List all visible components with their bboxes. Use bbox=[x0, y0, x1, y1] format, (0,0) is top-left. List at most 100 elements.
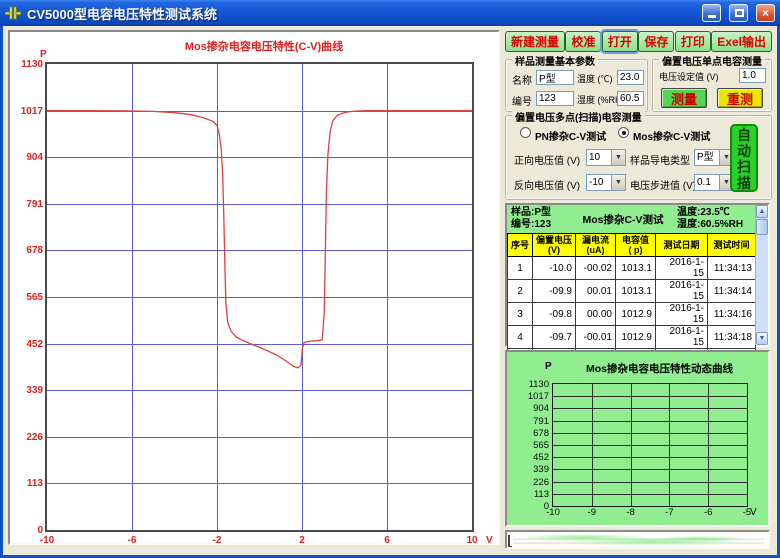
dropdown-arrow-icon: ▼ bbox=[611, 175, 625, 190]
dynamic-curve-chart-panel: P Mos掺杂电容电压特性动态曲线 V -10-9-8-7-6-50113226… bbox=[505, 350, 770, 527]
y-tick-label: 791 bbox=[515, 416, 549, 427]
title-bar[interactable]: CV5000型电容电压特性测试系统 × bbox=[0, 0, 780, 26]
radio-mos-doping[interactable] bbox=[618, 127, 629, 138]
column-header: 测试时间 bbox=[708, 234, 756, 257]
gridline-horizontal bbox=[553, 421, 747, 422]
y-tick-label: 1130 bbox=[515, 379, 549, 390]
y-tick-label: 565 bbox=[515, 440, 549, 451]
plot-area bbox=[552, 383, 748, 507]
humidity-field[interactable] bbox=[617, 91, 644, 106]
table-cell: 2016-1-15 bbox=[656, 280, 708, 303]
y-tick-label: 226 bbox=[515, 477, 549, 488]
radio-pn-doping[interactable] bbox=[520, 127, 531, 138]
table-cell: 4 bbox=[508, 326, 533, 349]
x-tick-label: -7 bbox=[654, 507, 684, 518]
scan-group: 偏置电压多点(扫描)电容测量 PN掺杂C-V测试 Mos掺杂C-V测试 正向电压… bbox=[505, 115, 772, 200]
table-cell: 1012.9 bbox=[616, 326, 656, 349]
cv-curve bbox=[47, 64, 472, 530]
table-cell: 1012.9 bbox=[616, 303, 656, 326]
toolbar-button-new-measurement[interactable]: 新建测量 bbox=[505, 31, 565, 52]
y-tick-label: 0 bbox=[11, 525, 43, 536]
x-tick-label: -9 bbox=[577, 507, 607, 518]
chart-title: Mos掺杂电容电压特性动态曲线 bbox=[559, 361, 760, 376]
y-tick-label: 113 bbox=[11, 478, 43, 489]
x-tick-label: 10 bbox=[457, 535, 487, 546]
temperature-field[interactable] bbox=[617, 70, 644, 85]
scrollbar-thumb[interactable] bbox=[756, 219, 768, 235]
voltage-set-label: 电压设定值 (V) bbox=[659, 70, 719, 83]
scroll-down-icon[interactable]: ▼ bbox=[756, 332, 768, 345]
y-tick-label: 904 bbox=[515, 403, 549, 414]
restore-button[interactable] bbox=[729, 4, 748, 22]
table-row[interactable]: 1-10.0-00.021013.12016-1-1511:34:13 bbox=[508, 257, 756, 280]
x-tick-label: -10 bbox=[32, 535, 62, 546]
results-panel: 样品:P型 编号:123 Mos掺杂C-V测试 温度:23.5℃ 湿度:60.5… bbox=[505, 203, 770, 347]
y-tick-label: 113 bbox=[515, 489, 549, 500]
toolbar-button-calibrate[interactable]: 校准 bbox=[565, 31, 601, 52]
info-sample: 样品:P型 bbox=[511, 207, 569, 219]
single-point-group: 偏置电压单点电容测量 电压设定值 (V) 测量 重测 bbox=[652, 59, 772, 112]
gridline-horizontal bbox=[553, 469, 747, 470]
y-tick-label: 452 bbox=[11, 339, 43, 350]
column-header: 序号 bbox=[508, 234, 533, 257]
temperature-label: 温度 (℃) bbox=[577, 72, 613, 85]
y-tick-label: 678 bbox=[11, 245, 43, 256]
table-row[interactable]: 2-09.900.011013.12016-1-1511:34:14 bbox=[508, 280, 756, 303]
restore-icon bbox=[735, 9, 744, 17]
toolbar-button-save[interactable]: 保存 bbox=[638, 31, 674, 52]
y-axis-unit-label: P bbox=[545, 361, 552, 372]
cv-curve-chart-panel: Mos掺杂电容电压特性(C-V)曲线 P V -10-6-22610011322… bbox=[8, 30, 500, 545]
voltage-step-select[interactable]: 0.1 ▼ bbox=[694, 174, 734, 191]
radio-pn-label: PN掺杂C-V测试 bbox=[535, 128, 606, 143]
sample-type-select[interactable]: P型 ▼ bbox=[694, 149, 734, 166]
x-tick-label: 6 bbox=[372, 535, 402, 546]
sample-id-field[interactable] bbox=[536, 91, 574, 106]
forward-voltage-label: 正向电压值 (V) bbox=[514, 152, 580, 167]
table-row[interactable]: 3-09.800.001012.92016-1-1511:34:16 bbox=[508, 303, 756, 326]
reverse-voltage-select[interactable]: -10 ▼ bbox=[586, 174, 626, 191]
auto-scan-button[interactable]: 自动扫描 bbox=[730, 124, 758, 192]
id-label: 编号 bbox=[512, 93, 532, 108]
group-title: 偏置电压多点(扫描)电容测量 bbox=[512, 109, 645, 124]
scroll-up-icon[interactable]: ▲ bbox=[756, 205, 768, 218]
voltage-set-field[interactable] bbox=[739, 68, 766, 83]
info-humidity: 湿度:60.5%RH bbox=[677, 219, 755, 231]
toolbar-button-excel-export[interactable]: Exel输出 bbox=[711, 31, 772, 52]
forward-voltage-value: 10 bbox=[587, 150, 611, 165]
y-tick-label: 1017 bbox=[11, 106, 43, 117]
table-cell: 1013.1 bbox=[616, 280, 656, 303]
minimize-button[interactable] bbox=[702, 4, 721, 22]
table-cell: 1013.1 bbox=[616, 257, 656, 280]
y-tick-label: 904 bbox=[11, 152, 43, 163]
table-cell: 11:34:16 bbox=[708, 303, 756, 326]
table-cell: 2016-1-15 bbox=[656, 303, 708, 326]
table-cell: 11:34:13 bbox=[708, 257, 756, 280]
client-area: Mos掺杂电容电压特性(C-V)曲线 P V -10-6-22610011322… bbox=[3, 26, 777, 555]
x-tick-label: -2 bbox=[202, 535, 232, 546]
table-cell: -09.7 bbox=[533, 326, 576, 349]
gridline-horizontal bbox=[553, 433, 747, 434]
table-cell: -09.9 bbox=[533, 280, 576, 303]
voltage-step-value: 0.1 bbox=[695, 175, 719, 190]
radio-mos-label: Mos掺杂C-V测试 bbox=[633, 128, 710, 143]
table-cell: -00.01 bbox=[576, 326, 616, 349]
toolbar-button-open[interactable]: 打开 bbox=[602, 31, 638, 52]
table-cell: 2016-1-15 bbox=[656, 326, 708, 349]
gridline-horizontal bbox=[553, 396, 747, 397]
app-icon bbox=[5, 5, 21, 21]
sample-params-group: 样品测量基本参数 名称 温度 (℃) 编号 湿度 (%RH) bbox=[505, 59, 648, 112]
table-cell: 2016-1-15 bbox=[656, 257, 708, 280]
remeasure-button[interactable]: 重测 bbox=[717, 88, 763, 108]
table-scrollbar[interactable]: ▲ ▼ bbox=[755, 205, 768, 345]
sample-name-field[interactable] bbox=[536, 70, 574, 85]
table-row[interactable]: 4-09.7-00.011012.92016-1-1511:34:18 bbox=[508, 326, 756, 349]
table-cell: 11:34:14 bbox=[708, 280, 756, 303]
forward-voltage-select[interactable]: 10 ▼ bbox=[586, 149, 626, 166]
measure-button[interactable]: 测量 bbox=[661, 88, 707, 108]
table-cell: 00.00 bbox=[576, 303, 616, 326]
toolbar-button-print[interactable]: 打印 bbox=[675, 31, 711, 52]
y-tick-label: 339 bbox=[515, 464, 549, 475]
gridline-horizontal bbox=[553, 494, 747, 495]
x-tick-label: 2 bbox=[287, 535, 317, 546]
close-button[interactable]: × bbox=[756, 4, 775, 22]
